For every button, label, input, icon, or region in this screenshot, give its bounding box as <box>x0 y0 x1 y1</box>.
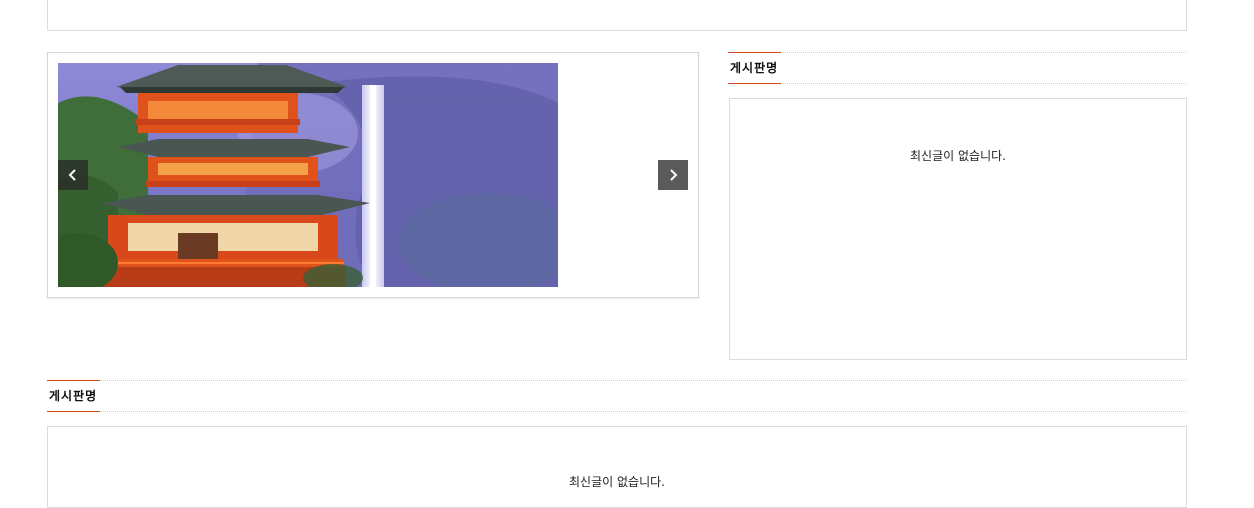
chevron-right-icon <box>670 169 678 181</box>
board-right-title[interactable]: 게시판명 <box>728 52 782 84</box>
top-content-box <box>47 0 1187 31</box>
chevron-left-icon <box>68 169 76 181</box>
image-slider <box>47 52 699 298</box>
board-right-header: 게시판명 <box>728 52 1186 84</box>
board-bottom-body: 최신글이 없습니다. <box>47 426 1187 508</box>
pagoda-waterfall-image <box>58 63 558 287</box>
board-right-empty-message: 최신글이 없습니다. <box>910 149 1006 163</box>
slider-prev-button[interactable] <box>58 160 88 190</box>
board-bottom-empty-message: 최신글이 없습니다. <box>569 475 665 489</box>
board-right-body: 최신글이 없습니다. <box>729 98 1187 360</box>
board-bottom-header: 게시판명 <box>47 380 1186 412</box>
slide-image[interactable] <box>58 63 558 287</box>
board-bottom-title[interactable]: 게시판명 <box>47 380 101 412</box>
slider-next-button[interactable] <box>658 160 688 190</box>
